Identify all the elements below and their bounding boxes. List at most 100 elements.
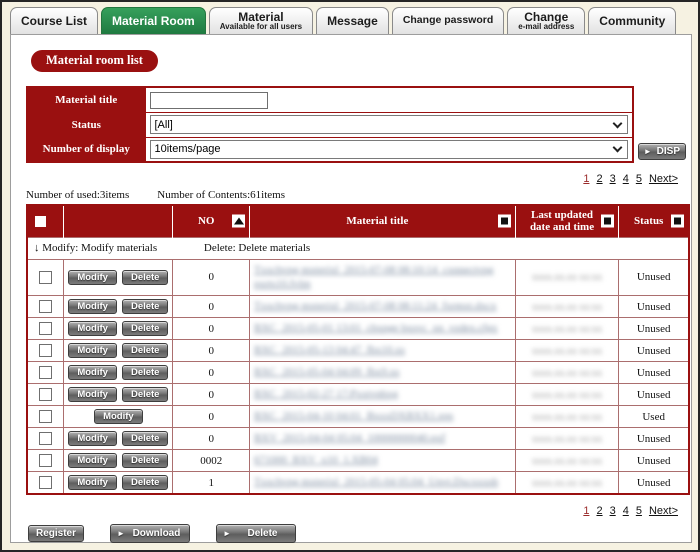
pagination-top: 1 2 3 4 5 Next> [22,173,680,185]
sort-icon[interactable] [497,214,511,228]
row-title-cell: BXC_2015-04-10 04:01_BxxxDXBXX1.xps [249,405,516,429]
page-link-5[interactable]: 5 [636,505,642,517]
download-button-label: Download [132,528,181,540]
delete-row-button[interactable]: Delete [121,269,169,285]
modify-button[interactable]: Modify [68,387,117,403]
material-title-input[interactable] [149,92,268,109]
tab-material-room[interactable]: Material Room [101,7,206,34]
tab-label: Course List [21,13,88,28]
row-checkbox[interactable] [39,388,53,402]
app-window: Course List Material Room Material Availabl… [0,0,700,552]
number-of-display-value: 10items/page [154,143,221,156]
blurred-material-title-link[interactable]: pxrts10.fvlm [254,277,511,292]
delete-row-button[interactable]: Delete [121,365,169,381]
page-link-1[interactable]: 1 [583,173,589,185]
blurred-material-title-link[interactable]: BXC_2015-04-10 04:01_BxxxDXBXX1.xps [254,409,511,424]
row-title-cell: Txxcbvng mxterixl_2015-07-08 08:11:24_fx… [249,295,516,319]
modify-button[interactable]: Modify [68,475,117,491]
row-checkbox[interactable] [39,476,53,490]
blurred-material-title-link[interactable]: Txxcbvng mxterixl_2015-07-08 08:10:14_cx… [254,263,511,278]
blurred-material-title-link[interactable]: BXC_2015-05-13 04:47_fbx10.xs [254,343,511,358]
delete-button[interactable]: ► Delete [216,524,297,544]
material-title-column-header: Material title [249,205,516,237]
row-checkbox[interactable] [39,270,53,284]
page-link-3[interactable]: 3 [610,505,616,517]
table-row: Modify 0 BXC_2015-04-10 04:01_BxxxDXBXX1… [26,405,690,429]
tab-message[interactable]: Message [316,7,389,34]
legend-row: ↓ Modify: Modify materials Delete: Delet… [26,236,690,260]
row-no: 0 [172,317,251,341]
disp-button-label: DISP [656,146,680,157]
sort-icon[interactable] [601,214,615,228]
blurred-material-title-link[interactable]: Txxcbvng mxterixl_2015-05-04 05:04_Unvt.… [254,475,511,490]
delete-row-button[interactable]: Delete [121,475,169,491]
disp-button[interactable]: ► DISP [637,143,686,160]
page-link-5[interactable]: 5 [636,173,642,185]
select-all-checkbox[interactable] [35,215,47,227]
register-button[interactable]: Register [28,525,85,543]
row-checkbox[interactable] [39,322,53,336]
tab-course-list[interactable]: Course List [10,7,99,34]
delete-row-button[interactable]: Delete [121,387,169,403]
delete-row-button[interactable]: Delete [121,299,169,315]
page-link-2[interactable]: 2 [596,505,602,517]
row-date-cell: xxxx.xx.xx xx:xx [514,361,620,385]
tab-change-password[interactable]: Change password [391,7,505,34]
counts-line: Number of used:3items Number of Contents:… [26,189,680,201]
row-no: 0 [172,383,251,407]
blurred-material-title-link[interactable]: BXV_2015-04-04 05:04_10000000040.pxf [254,431,511,446]
page-link-4[interactable]: 4 [623,173,629,185]
row-checkbox[interactable] [39,366,53,380]
blurred-material-title-link[interactable]: BXC_2015-02-27 17:Pxxtvnbxg [254,387,511,402]
row-title-cell: 671000_BXV_x10_1.XB04 [249,449,516,473]
status-select-value: [All] [154,118,173,131]
delete-row-button[interactable]: Delete [121,321,169,337]
row-no: 0 [172,405,251,429]
blurred-material-title-link[interactable]: BXC_2015-05-01 13:01_cbxnge bxsvc_xn_vzd… [254,321,511,336]
next-page-link[interactable]: Next> [649,173,678,185]
delete-row-button[interactable]: Delete [121,431,169,447]
download-button[interactable]: ► Download [110,524,191,544]
row-checkbox[interactable] [39,432,53,446]
row-checkbox[interactable] [39,344,53,358]
row-checkbox[interactable] [39,300,53,314]
modify-button[interactable]: Modify [68,343,117,359]
page-link-3[interactable]: 3 [610,173,616,185]
blurred-material-title-link[interactable]: Txxcbvng mxterixl_2015-07-08 08:11:24_fx… [254,299,511,314]
delete-row-button[interactable]: Delete [121,453,169,469]
blurred-date: xxxx.xx.xx xx:xx [531,477,603,489]
status-column-header: Status [618,205,689,237]
modify-button[interactable]: Modify [68,269,117,285]
page-link-2[interactable]: 2 [596,173,602,185]
delete-row-button[interactable]: Delete [121,343,169,359]
next-page-link[interactable]: Next> [649,505,678,517]
page-link-1[interactable]: 1 [583,505,589,517]
tab-community[interactable]: Community [588,7,677,34]
tab-material[interactable]: Material Available for all users [208,7,314,34]
status-select[interactable]: [All] [149,115,628,134]
tab-label: Change password [402,14,494,27]
no-column-header: NO [172,205,251,237]
sort-asc-icon[interactable] [232,214,246,228]
modify-button[interactable]: Modify [68,365,117,381]
blurred-material-title-link[interactable]: BXC_2015-05-04 04:09_fbx9.xs [254,365,511,380]
row-no: 1 [172,471,251,495]
row-no: 0002 [172,449,251,473]
modify-button[interactable]: Modify [94,409,143,425]
delete-button-label: Delete [247,528,278,540]
tab-change[interactable]: Change e-mail address [507,7,586,34]
page-link-4[interactable]: 4 [623,505,629,517]
number-of-display-select[interactable]: 10items/page [149,139,628,159]
status-header-label: Status [634,215,664,228]
sort-icon[interactable] [671,214,684,228]
register-button-label: Register [36,528,77,540]
pagination-bottom: 1 2 3 4 5 Next> [22,505,680,517]
modify-button[interactable]: Modify [68,299,117,315]
modify-button[interactable]: Modify [68,431,117,447]
row-status: Unused [618,449,690,473]
blurred-material-title-link[interactable]: 671000_BXV_x10_1.XB04 [254,453,511,468]
modify-button[interactable]: Modify [68,453,117,469]
row-checkbox[interactable] [39,410,53,424]
modify-button[interactable]: Modify [68,321,117,337]
row-checkbox[interactable] [39,454,53,468]
